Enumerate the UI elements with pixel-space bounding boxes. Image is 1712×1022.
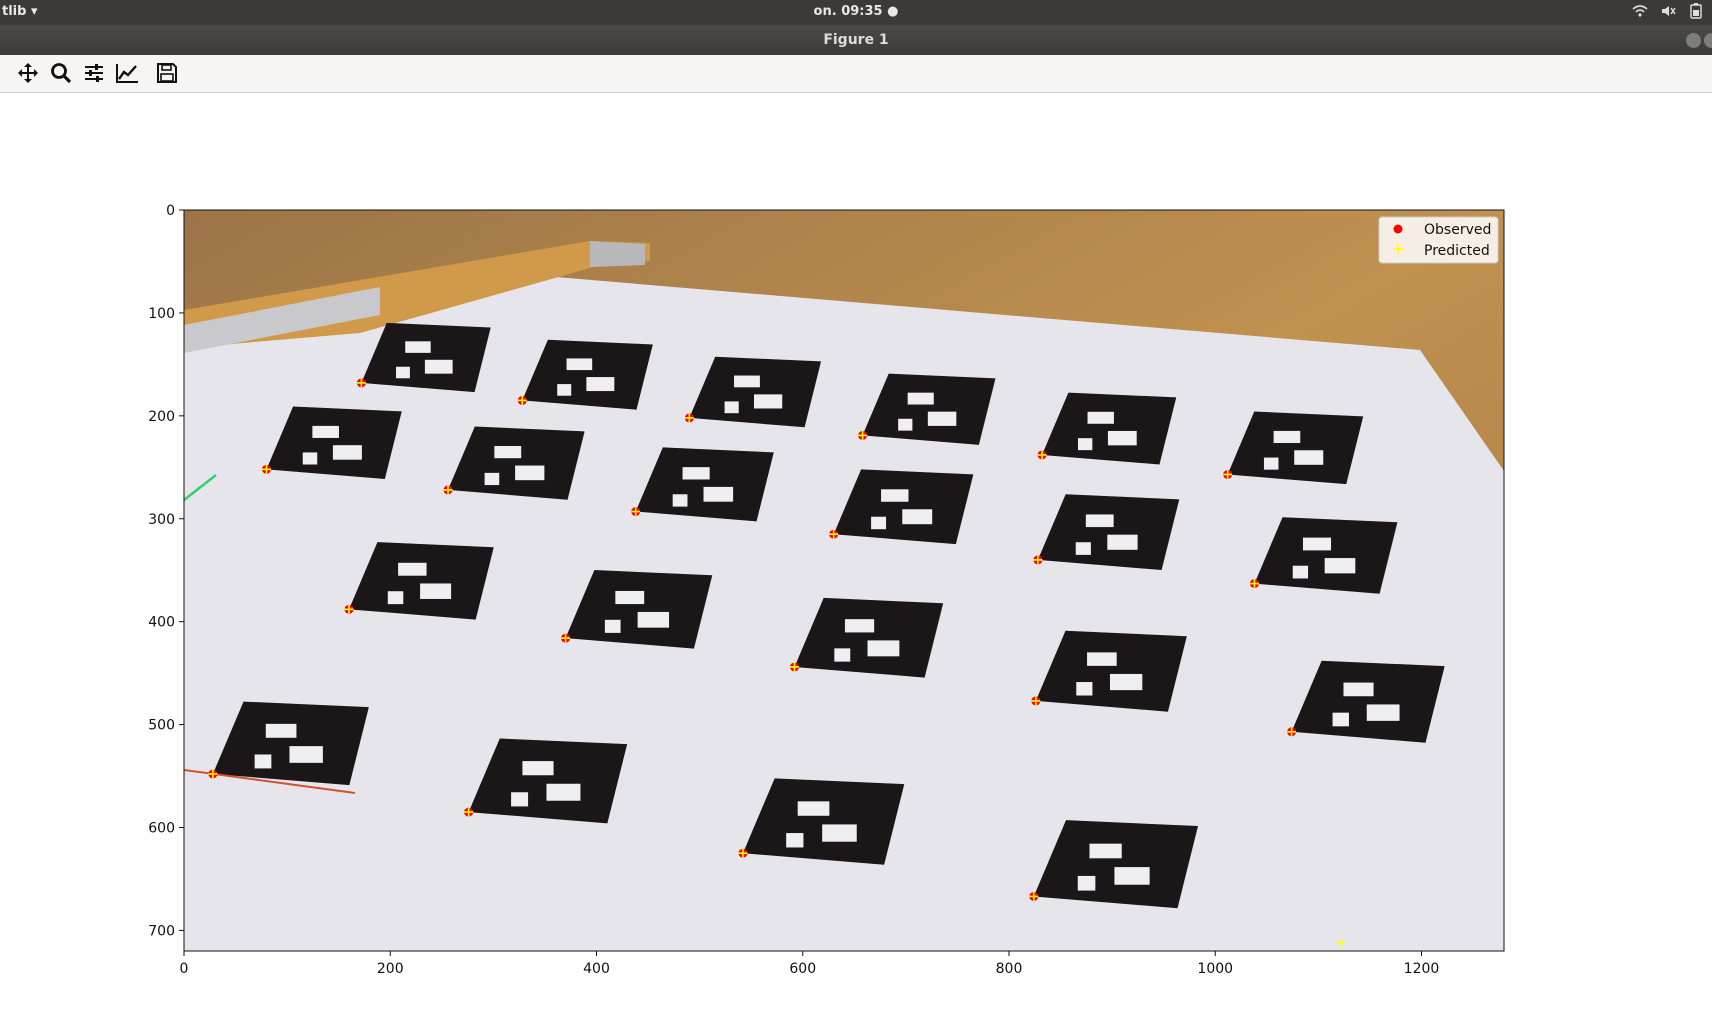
x-tick-label: 200 (377, 961, 404, 977)
y-tick-label: 600 (148, 821, 175, 837)
close-icon[interactable] (1704, 33, 1712, 48)
system-tray (1632, 3, 1704, 23)
edit-axis-icon[interactable] (113, 59, 141, 87)
y-tick-label: 400 (148, 615, 175, 631)
legend: Observed Predicted (1378, 216, 1499, 264)
legend-observed-marker (1393, 224, 1403, 234)
x-tick-label: 400 (583, 961, 610, 977)
volume-muted-icon[interactable] (1660, 3, 1676, 23)
window-title: Figure 1 (823, 32, 889, 48)
system-top-bar: tlib ▾ on. 09:35 ● (0, 0, 1712, 25)
minimize-icon[interactable] (1686, 33, 1701, 48)
plot-svg[interactable]: 0 200 400 600 800 1000 1200 0 100 200 300 400 500 600… (0, 93, 1712, 1018)
move-icon[interactable] (14, 59, 42, 87)
x-tick-label: 600 (789, 961, 816, 977)
figure-toolbar (0, 55, 1712, 93)
x-tick-label: 800 (996, 961, 1023, 977)
x-tick-label: 1000 (1197, 961, 1233, 977)
configure-subplots-icon[interactable] (80, 59, 108, 87)
y-tick-label: 700 (148, 923, 175, 939)
x-tick-label: 0 (180, 961, 189, 977)
window-titlebar[interactable]: Figure 1 (0, 25, 1712, 55)
legend-observed-label: Observed (1424, 222, 1491, 238)
save-icon[interactable] (153, 59, 181, 87)
y-tick-label: 300 (148, 512, 175, 528)
zoom-icon[interactable] (47, 59, 75, 87)
legend-predicted-label: Predicted (1424, 243, 1490, 259)
clock[interactable]: on. 09:35 ● (0, 4, 1712, 19)
y-tick-label: 100 (148, 306, 175, 322)
y-tick-label: 200 (148, 409, 175, 425)
y-tick-label: 500 (148, 718, 175, 734)
wifi-icon[interactable] (1632, 3, 1648, 23)
background-photo (184, 210, 1504, 951)
x-tick-label: 1200 (1404, 961, 1440, 977)
clock-label: on. 09:35 (813, 4, 883, 19)
figure-canvas[interactable]: 0 200 400 600 800 1000 1200 0 100 200 300 400 500 600… (0, 93, 1712, 1018)
battery-icon[interactable] (1688, 3, 1704, 23)
y-tick-label: 0 (166, 203, 175, 219)
notification-dot-icon: ● (887, 4, 899, 19)
